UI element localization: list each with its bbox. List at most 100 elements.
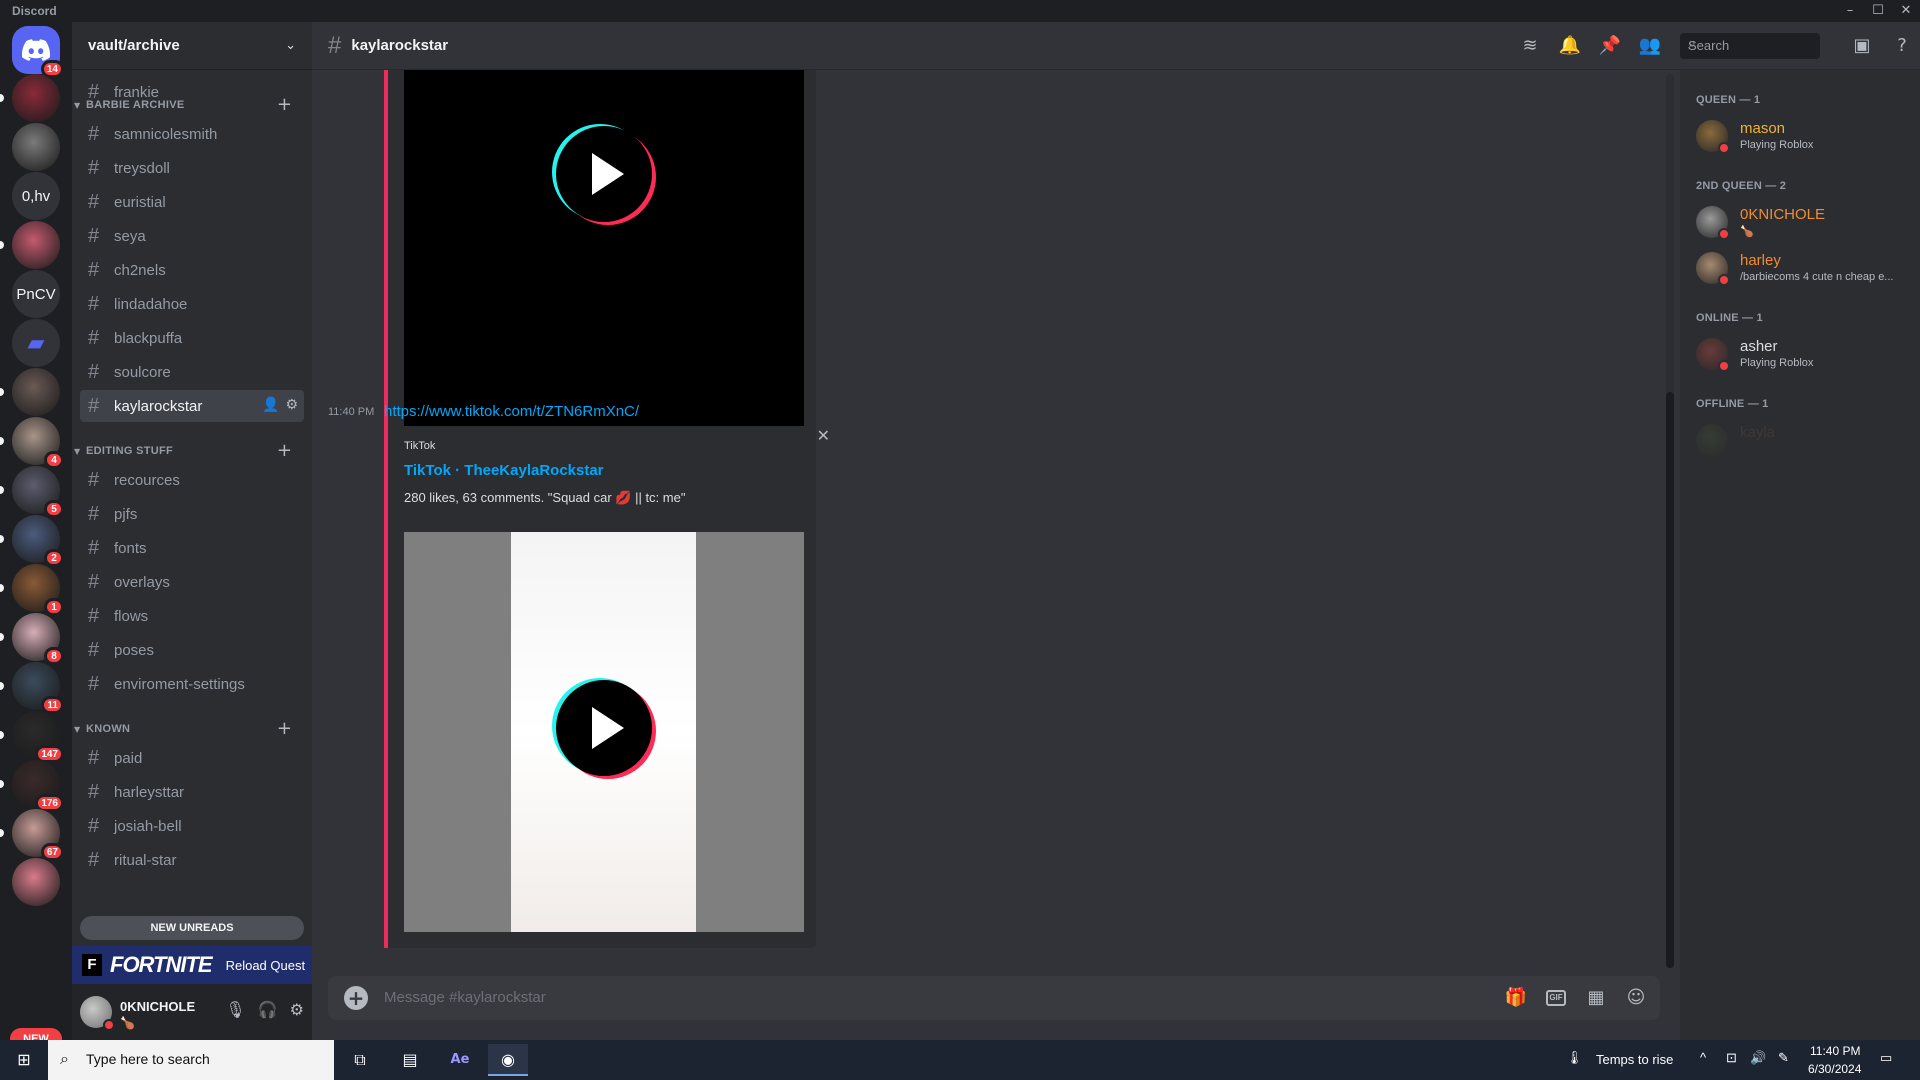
gear-icon[interactable]: ⚙ — [285, 397, 298, 413]
member-item[interactable]: mason Playing Roblox — [1688, 114, 1912, 158]
close-window-button[interactable]: ✕ — [1892, 0, 1920, 22]
channel-label: lindadahoe — [114, 295, 188, 313]
play-icon[interactable] — [556, 126, 652, 222]
channel-harleysttar[interactable]: # harleysttar — [80, 776, 304, 808]
channel-flows[interactable]: # flows — [80, 600, 304, 632]
headphones-icon[interactable]: 🎧 — [258, 1000, 278, 1019]
member-item[interactable]: 0KNICHOLE 🍗 — [1688, 200, 1912, 244]
after-effects-app-icon[interactable]: Ae — [440, 1044, 480, 1076]
channel-category[interactable]: ▼ KNOWN + — [74, 719, 304, 739]
channel-enviroment-settings[interactable]: # enviroment-settings — [80, 668, 304, 700]
bell-icon[interactable]: 🔔 — [1558, 34, 1582, 58]
microphone-icon[interactable]: 🎙 — [225, 1000, 245, 1019]
unread-indicator — [0, 633, 4, 641]
channel-treysdoll[interactable]: # treysdoll — [80, 152, 304, 184]
channel-josiah-bell[interactable]: # josiah-bell — [80, 810, 304, 842]
notepad-app-icon[interactable]: ▤ — [390, 1044, 430, 1076]
weather-text[interactable]: Temps to rise — [1596, 1052, 1673, 1080]
scrollbar-thumb[interactable] — [1666, 392, 1674, 968]
sticker-icon[interactable]: ▦ — [1584, 986, 1608, 1010]
help-icon[interactable]: ? — [1890, 34, 1914, 58]
home-button[interactable]: 14 — [12, 26, 64, 78]
channel-category[interactable]: ▼ BARBIE ARCHIVE + — [74, 95, 304, 115]
server-icon[interactable]: 5 — [0, 466, 64, 518]
channel-overlays[interactable]: # overlays — [80, 566, 304, 598]
server-icon[interactable]: 11 — [0, 662, 64, 714]
close-icon[interactable]: ✕ — [817, 426, 830, 445]
server-icon[interactable]: 147 — [0, 711, 64, 763]
channel-samnicolesmith[interactable]: # samnicolesmith — [80, 118, 304, 150]
channel-fonts[interactable]: # fonts — [80, 532, 304, 564]
server-icon[interactable]: 67 — [0, 809, 64, 861]
add-channel-icon[interactable]: + — [277, 96, 292, 114]
server-icon[interactable] — [0, 368, 60, 416]
server-rail: 14 0,hv PnCV ▰ 4 5 2 1 8 11 147 176 67 NEW — [0, 22, 72, 1050]
pen-icon[interactable]: ✎ — [1778, 1050, 1789, 1080]
message-input[interactable]: Message #kaylarockstar — [384, 989, 546, 1006]
maximize-button[interactable]: ☐ — [1864, 0, 1892, 22]
video-thumbnail[interactable] — [404, 532, 804, 932]
member-name: asher — [1740, 338, 1778, 355]
channel-soulcore[interactable]: # soulcore — [80, 356, 304, 388]
clock-date[interactable]: 6/30/2024 — [1808, 1062, 1861, 1080]
play-icon[interactable] — [556, 680, 652, 776]
video-thumbnail[interactable] — [404, 70, 804, 454]
embed-title[interactable]: TikTok · TheeKaylaRockstar — [404, 462, 604, 479]
inbox-icon[interactable]: ▣ — [1850, 34, 1874, 58]
invite-icon[interactable]: 👤 — [262, 397, 279, 413]
channel-lindadahoe[interactable]: # lindadahoe — [80, 288, 304, 320]
minimize-button[interactable]: – — [1836, 0, 1864, 22]
channel-euristial[interactable]: # euristial — [80, 186, 304, 218]
add-attachment-icon[interactable]: + — [344, 986, 368, 1010]
member-list-icon[interactable]: 👥 — [1638, 34, 1662, 58]
pin-icon[interactable]: 📌 — [1598, 34, 1622, 58]
quest-banner[interactable]: F FORTNITE Reload Quest — [72, 946, 312, 984]
gift-icon[interactable]: 🎁 — [1504, 986, 1528, 1010]
taskbar-search-input[interactable]: ⌕ Type here to search — [48, 1040, 334, 1080]
server-icon[interactable] — [12, 858, 60, 906]
guild-header[interactable]: vault/archive ⌄ — [72, 22, 312, 70]
channel-seya[interactable]: # seya — [80, 220, 304, 252]
channel-pjfs[interactable]: # pjfs — [80, 498, 304, 530]
channel-kaylarockstar[interactable]: # kaylarockstar 👤 ⚙ — [80, 390, 304, 422]
server-icon[interactable] — [0, 74, 60, 122]
channel-category[interactable]: ▼ EDITING STUFF + — [74, 441, 304, 461]
server-icon[interactable]: 4 — [0, 417, 64, 469]
task-view-icon[interactable]: ⧉ — [340, 1044, 380, 1076]
server-icon[interactable] — [0, 221, 60, 269]
channel-paid[interactable]: # paid — [80, 742, 304, 774]
gear-icon[interactable]: ⚙ — [290, 1000, 304, 1019]
member-item[interactable]: harley/barbiecoms 4 cute n cheap e... — [1688, 246, 1912, 290]
member-item[interactable]: kayla — [1688, 418, 1912, 462]
server-icon[interactable]: 2 — [0, 515, 64, 567]
search-input[interactable]: Search ⌕ — [1680, 33, 1820, 59]
server-icon[interactable]: 8 — [0, 613, 64, 665]
server-icon[interactable]: ▰ — [12, 319, 60, 367]
new-unreads-pill[interactable]: NEW UNREADS — [80, 916, 304, 940]
discord-app-icon[interactable]: ◉ — [488, 1044, 528, 1076]
emoji-icon[interactable]: ☺ — [1624, 986, 1648, 1010]
gif-icon[interactable]: GIF — [1546, 990, 1566, 1006]
channel-recources[interactable]: # recources — [80, 464, 304, 496]
server-icon[interactable]: 1 — [0, 564, 64, 616]
server-icon[interactable]: PnCV — [12, 270, 60, 318]
windows-start-icon[interactable]: ⊞ — [4, 1044, 44, 1076]
server-icon[interactable]: 0,hv — [12, 172, 60, 220]
server-icon[interactable]: 176 — [0, 760, 64, 812]
notification-icon[interactable]: ▭ — [1880, 1050, 1892, 1080]
avatar[interactable] — [80, 996, 115, 1031]
add-channel-icon[interactable]: + — [277, 442, 292, 460]
chevron-up-icon[interactable]: ^ — [1700, 1050, 1706, 1080]
channel-ritual-star[interactable]: # ritual-star — [80, 844, 304, 876]
threads-icon[interactable]: ≋ — [1518, 34, 1542, 58]
network-icon[interactable]: ⊡ — [1726, 1050, 1737, 1080]
member-item[interactable]: asher Playing Roblox — [1688, 332, 1912, 376]
volume-icon[interactable]: 🔊 — [1750, 1050, 1766, 1080]
server-icon[interactable] — [12, 123, 60, 171]
channel-blackpuffa[interactable]: # blackpuffa — [80, 322, 304, 354]
channel-ch2nels[interactable]: # ch2nels — [80, 254, 304, 286]
channel-poses[interactable]: # poses — [80, 634, 304, 666]
message-link[interactable]: https://www.tiktok.com/t/ZTN6RmXnC/ — [384, 403, 639, 420]
hash-icon: # — [88, 536, 100, 559]
add-channel-icon[interactable]: + — [277, 720, 292, 738]
